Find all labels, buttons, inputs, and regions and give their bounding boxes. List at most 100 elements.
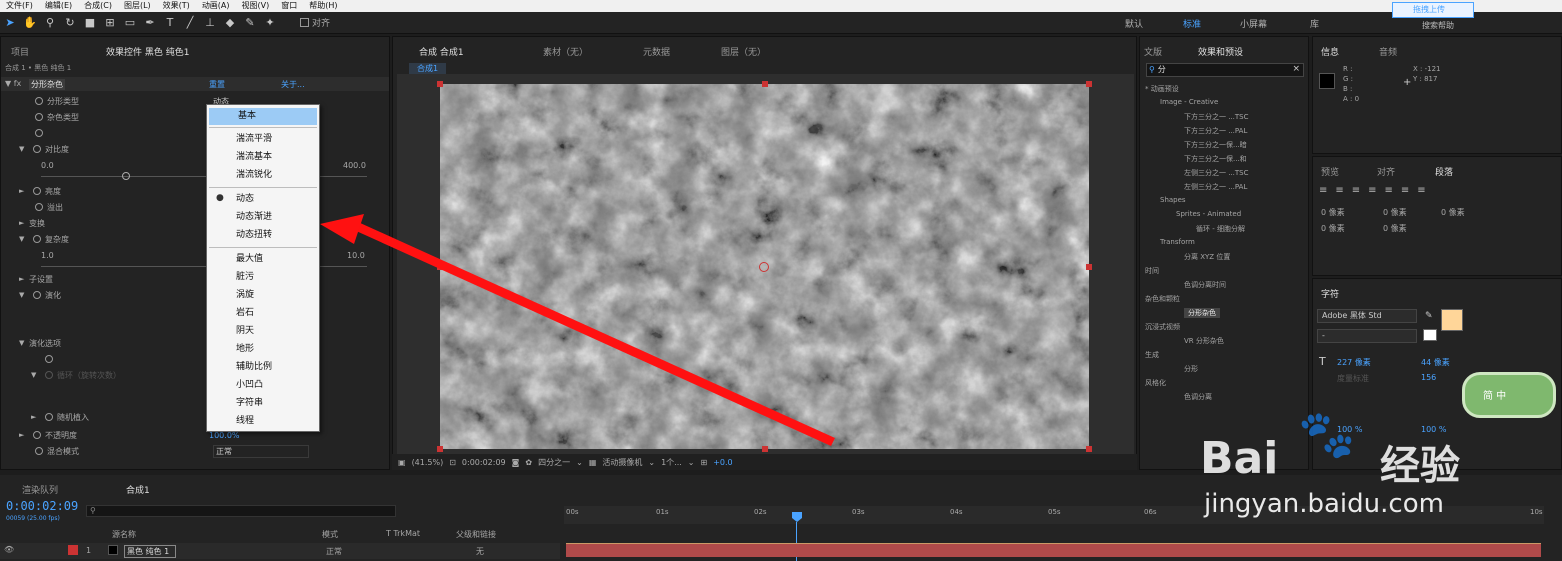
handle-top-right[interactable] (1086, 81, 1092, 87)
stopwatch-icon[interactable] (45, 413, 53, 421)
pen-tool-icon[interactable]: ✒ (140, 14, 160, 32)
indent-left[interactable]: 0 像素 (1321, 207, 1345, 218)
menu-animation[interactable]: 动画(A) (196, 0, 236, 12)
tree-sprites[interactable]: Sprites - Animated (1176, 210, 1241, 218)
menu-item-rocky[interactable]: 岩石 (207, 305, 319, 322)
tab-project[interactable]: 项目 (11, 45, 29, 58)
tab-render-queue[interactable]: 渲染队列 (22, 483, 58, 496)
tree-item[interactable]: 分离 XYZ 位置 (1184, 252, 1230, 262)
tab-comp1-timeline[interactable]: 合成1 (126, 483, 150, 496)
tree-item[interactable]: 左侧三分之一 ...TSC (1184, 168, 1249, 178)
tree-item[interactable]: VR 分形杂色 (1184, 336, 1224, 346)
tab-align[interactable]: 对齐 (1377, 165, 1395, 178)
indent-first[interactable]: 0 像素 (1441, 207, 1465, 218)
workspace-library[interactable]: 库 (1310, 17, 1319, 30)
workspace-small-screen[interactable]: 小屏幕 (1240, 17, 1267, 30)
tree-immersive-video[interactable]: 沉浸式视频 (1145, 322, 1180, 332)
contrast-slider-handle[interactable] (122, 172, 130, 180)
tree-item[interactable]: 循环 - 细胞分解 (1196, 224, 1245, 234)
handle-top[interactable] (762, 81, 768, 87)
search-help[interactable]: 搜索帮助 (1422, 20, 1454, 31)
selection-tool-icon[interactable]: ➤ (0, 14, 20, 32)
puppet-pin-icon[interactable]: ✦ (260, 14, 280, 32)
rotate-tool-icon[interactable]: ↻ (60, 14, 80, 32)
menu-item-dynamic-progressive[interactable]: 动态渐进 (207, 209, 319, 226)
menu-item-strings[interactable]: 字符串 (207, 395, 319, 412)
tree-item[interactable]: 左侧三分之一 ...PAL (1184, 182, 1247, 192)
handle-bottom-right[interactable] (1086, 446, 1092, 452)
stopwatch-icon[interactable] (35, 129, 43, 137)
menu-item-max[interactable]: 最大值 (207, 251, 319, 268)
stopwatch-icon[interactable] (45, 355, 53, 363)
upload-button[interactable]: 拖拽上传 (1392, 2, 1474, 18)
stopwatch-icon[interactable] (33, 145, 41, 153)
roto-brush-icon[interactable]: ✎ (240, 14, 260, 32)
tree-time[interactable]: 时间 (1145, 266, 1159, 276)
menu-item-turbulent-sharp[interactable]: 湍流锐化 (207, 167, 319, 184)
stopwatch-icon[interactable] (33, 187, 41, 195)
tab-layer[interactable]: 图层（无） (721, 45, 766, 58)
tree-image-creative[interactable]: Image - Creative (1160, 98, 1218, 106)
eraser-tool-icon[interactable]: ◆ (220, 14, 240, 32)
align-checkbox[interactable] (300, 18, 309, 27)
clear-search-icon[interactable]: × (1292, 64, 1300, 74)
tree-fractal-noise[interactable]: 分形杂色 (1184, 308, 1220, 318)
space-after[interactable]: 0 像素 (1383, 223, 1407, 234)
hand-tool-icon[interactable]: ✋ (20, 14, 40, 32)
paragraph-align-icons[interactable]: ≡≡≡≡≡≡≡ (1319, 185, 1434, 196)
clone-stamp-icon[interactable]: ⊥ (200, 14, 220, 32)
menu-file[interactable]: 文件(F) (0, 0, 39, 12)
tree-item[interactable]: 下方三分之一保...暗 (1184, 140, 1247, 150)
menu-help[interactable]: 帮助(H) (303, 0, 343, 12)
tab-effect-controls[interactable]: 效果控件 黑色 纯色1 (106, 45, 189, 58)
menu-edit[interactable]: 编辑(E) (39, 0, 78, 12)
tab-libraries[interactable]: 文版 (1144, 45, 1162, 58)
tab-metadata[interactable]: 元数据 (643, 45, 670, 58)
menu-item-smeary[interactable]: 脏污 (207, 269, 319, 286)
tree-shapes[interactable]: Shapes (1160, 196, 1186, 204)
menu-item-basic[interactable]: 基本 (209, 108, 317, 125)
about-link[interactable]: 关于... (281, 79, 305, 90)
font-size-value[interactable]: 227 像素 (1337, 357, 1371, 368)
tree-item[interactable]: 下方三分之一 ...PAL (1184, 126, 1247, 136)
font-style-select[interactable]: - (1317, 329, 1417, 343)
menu-item-terrain[interactable]: 地形 (207, 341, 319, 358)
tab-preview[interactable]: 预览 (1321, 165, 1339, 178)
menu-item-swirly[interactable]: 涡旋 (207, 287, 319, 304)
tab-audio[interactable]: 音频 (1379, 45, 1397, 58)
tree-item[interactable]: 下方三分之一 ...TSC (1184, 112, 1249, 122)
stopwatch-icon[interactable] (33, 291, 41, 299)
eyedropper-icon[interactable]: ✎ (1425, 311, 1433, 321)
tree-item[interactable]: 分形 (1184, 364, 1198, 374)
workspace-standard[interactable]: 标准 (1183, 17, 1201, 30)
stopwatch-icon[interactable] (35, 447, 43, 455)
camera-tool-icon[interactable]: ■ (80, 14, 100, 32)
pan-behind-tool-icon[interactable]: ⊞ (100, 14, 120, 32)
tree-noise-grain[interactable]: 杂色和颗粒 (1145, 294, 1180, 304)
handle-top-left[interactable] (437, 81, 443, 87)
menu-view[interactable]: 视图(V) (236, 0, 276, 12)
menu-item-threads[interactable]: 线程 (207, 413, 319, 430)
effect-name[interactable]: 分形杂色 (29, 79, 65, 90)
handle-right[interactable] (1086, 264, 1092, 270)
stopwatch-icon[interactable] (35, 97, 43, 105)
workspace-default[interactable]: 默认 (1125, 17, 1143, 30)
stopwatch-icon[interactable] (35, 113, 43, 121)
menu-effect[interactable]: 效果(T) (157, 0, 196, 12)
stroke-color-swatch[interactable] (1423, 329, 1437, 341)
tab-effects-presets[interactable]: 效果和预设 (1198, 45, 1243, 58)
kerning-value[interactable]: 度量标准 (1337, 373, 1369, 384)
menu-item-cloudy[interactable]: 阴天 (207, 323, 319, 340)
tab-info[interactable]: 信息 (1321, 45, 1339, 58)
menu-window[interactable]: 窗口 (275, 0, 303, 12)
layer-label-color[interactable] (68, 545, 78, 555)
layer-name[interactable]: 黑色 纯色 1 (124, 545, 177, 558)
effects-search-input[interactable]: ⚲ 分 × (1146, 63, 1304, 77)
tree-animation-presets[interactable]: * 动画预设 (1145, 84, 1179, 94)
tracking-value[interactable]: 156 (1421, 373, 1436, 382)
leading-value[interactable]: 44 像素 (1421, 357, 1450, 368)
menu-layer[interactable]: 图层(L) (118, 0, 157, 12)
font-family-select[interactable]: Adobe 黑体 Std (1317, 309, 1417, 323)
menu-item-turbulent-basic[interactable]: 湍流基本 (207, 149, 319, 166)
eye-icon[interactable]: 👁 (4, 545, 14, 554)
